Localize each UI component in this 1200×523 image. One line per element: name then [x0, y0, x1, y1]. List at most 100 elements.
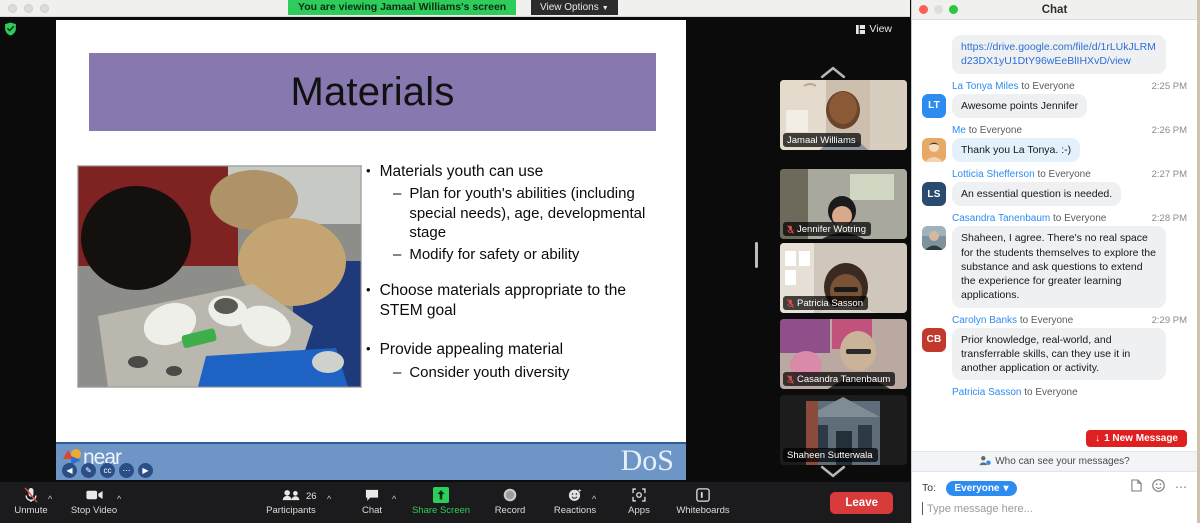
previous-slide-button[interactable]: ◀ — [62, 463, 77, 478]
reactions-button[interactable]: Reactions — [544, 486, 606, 520]
reactions-caret-icon[interactable]: ^ — [592, 494, 596, 504]
chevron-down-icon[interactable] — [755, 464, 910, 481]
participant-name: Patricia Sasson — [797, 297, 864, 309]
captions-button[interactable]: cc — [100, 463, 115, 478]
chat-message-list[interactable]: https://drive.google.com/file/d/1rLUkJLR… — [912, 20, 1197, 451]
presentation-slide: Materials • Materials youth can use – Pl… — [56, 20, 686, 480]
chat-privacy-note[interactable]: Who can see your messages? — [912, 451, 1197, 471]
close-window-button[interactable] — [8, 4, 17, 13]
avatar — [922, 137, 946, 162]
participant-tile[interactable]: Casandra Tanenbaum — [780, 319, 907, 389]
bullet-dot-icon: • — [366, 282, 371, 298]
new-message-badge[interactable]: ↓ 1 New Message — [1086, 430, 1187, 447]
shield-check-icon — [4, 22, 17, 36]
stop-video-button[interactable]: Stop Video — [63, 486, 125, 520]
chat-caret-icon[interactable]: ^ — [392, 494, 396, 504]
chat-message-row: CB Prior knowledge, real-world, and tran… — [922, 327, 1187, 381]
chat-message-row: LS An essential question is needed. — [922, 182, 1187, 207]
pen-tool-button[interactable]: ✎ — [81, 463, 96, 478]
window-traffic-lights[interactable] — [8, 4, 49, 13]
video-camera-icon — [85, 486, 103, 504]
recipient-value: Everyone — [954, 483, 1000, 494]
reactions-icon — [568, 486, 582, 504]
muted-microphone-icon — [787, 298, 794, 308]
bullet-dot-icon: • — [366, 163, 371, 178]
chat-message-header: Me to Everyone 2:26 PM — [922, 125, 1187, 136]
chat-message-link[interactable]: https://drive.google.com/file/d/1rLUkJLR… — [952, 35, 1166, 74]
chat-message-row — [922, 20, 1187, 28]
file-attach-icon[interactable] — [1131, 479, 1142, 495]
recipient-label: to Everyone — [1019, 314, 1074, 326]
bullet-text: Plan for youth's abilities (including sp… — [409, 185, 646, 242]
participant-name-label: Shaheen Sutterwala — [783, 448, 878, 462]
chat-message-text: Shaheen, I agree. There's no real space … — [952, 226, 1166, 308]
compose-actions: ⋯ — [1131, 479, 1187, 495]
message-input[interactable]: Type message here... — [922, 502, 1187, 515]
chat-message-row: Shaheen, I agree. There's no real space … — [922, 226, 1187, 308]
sender-name: Me — [952, 124, 966, 136]
chat-message-header: Patricia Sasson to Everyone — [922, 387, 1187, 398]
bullet-item: – Modify for safety or ability — [393, 245, 666, 265]
bullet-dash-icon: – — [393, 245, 402, 263]
recipient-label: to Everyone — [968, 124, 1023, 136]
chat-maximize-button[interactable] — [949, 5, 958, 14]
more-options-button[interactable]: ⋯ — [119, 463, 134, 478]
muted-microphone-icon — [787, 224, 794, 234]
chat-message: La Tonya Miles to Everyone 2:25 PM LT Aw… — [922, 81, 1187, 118]
chat-panel: Chat https://drive.google.com/file/d/1rL… — [911, 0, 1197, 523]
leave-meeting-button[interactable]: Leave — [830, 492, 893, 514]
minimize-window-button[interactable] — [24, 4, 33, 13]
share-screen-button[interactable]: Share Screen — [410, 486, 472, 520]
unmute-button[interactable]: Unmute — [0, 486, 62, 520]
view-layout-button[interactable]: View — [856, 23, 892, 35]
slide-nav-controls[interactable]: ◀ ✎ cc ⋯ ▶ — [62, 463, 153, 478]
apps-button[interactable]: Apps — [608, 486, 670, 520]
audio-options-caret-icon[interactable]: ^ — [48, 494, 52, 504]
chat-message-header: Lotticia Shefferson to Everyone 2:27 PM — [922, 169, 1187, 180]
more-options-icon[interactable]: ⋯ — [1175, 480, 1187, 494]
participant-tile[interactable]: Shaheen Sutterwala — [780, 395, 907, 465]
chat-sender: Lotticia Shefferson to Everyone — [952, 169, 1091, 180]
next-slide-button[interactable]: ▶ — [138, 463, 153, 478]
sender-name: Casandra Tanenbaum — [952, 213, 1051, 225]
to-label: To: — [922, 482, 937, 494]
chat-message-row: Thank you La Tonya. :-) — [922, 137, 1187, 163]
participants-caret-icon[interactable]: ^ — [327, 494, 331, 504]
unmute-label: Unmute — [14, 505, 48, 516]
bullet-spacer — [366, 264, 666, 281]
participant-tile[interactable]: Jamaal Williams — [780, 80, 907, 150]
chat-sender: Carolyn Banks to Everyone — [952, 315, 1073, 326]
chat-minimize-button[interactable] — [934, 5, 943, 14]
avatar — [922, 226, 946, 251]
slide-title-band: Materials — [89, 53, 656, 131]
view-button-label: View — [869, 23, 892, 35]
emoji-icon[interactable] — [1152, 479, 1165, 495]
maximize-window-button[interactable] — [40, 4, 49, 13]
participants-label: Participants — [266, 505, 316, 516]
video-options-caret-icon[interactable]: ^ — [117, 494, 121, 504]
chat-sender: Me to Everyone — [952, 125, 1022, 136]
chat-message: https://drive.google.com/file/d/1rLUkJLR… — [922, 35, 1187, 74]
bullet-item: • Choose materials appropriate to the STE… — [366, 281, 666, 321]
share-screen-label: Share Screen — [411, 505, 471, 516]
participant-tile[interactable]: Patricia Sasson — [780, 243, 907, 313]
grid-view-icon — [856, 24, 866, 34]
avatar — [922, 20, 946, 28]
participant-tile[interactable]: Jennifer Wotring — [780, 169, 907, 239]
chat-message-text: Thank you La Tonya. :-) — [952, 137, 1081, 163]
participant-name: Jennifer Wotring — [797, 223, 866, 235]
filmstrip-drag-handle[interactable] — [755, 242, 758, 268]
view-options-button[interactable]: View Options ▼ — [531, 0, 618, 15]
recipient-label: to Everyone — [1024, 387, 1078, 399]
recipient-selector[interactable]: Everyone ▾ — [946, 481, 1017, 496]
participants-count: 26 — [306, 491, 317, 502]
screen-share-banner: You are viewing Jamaal Williams's screen — [288, 0, 517, 15]
record-button[interactable]: Record — [479, 486, 541, 520]
whiteboards-button[interactable]: Whiteboards — [672, 486, 734, 520]
chat-traffic-lights[interactable] — [919, 5, 958, 14]
participant-name: Jamaal Williams — [787, 134, 856, 146]
chat-sender: Casandra Tanenbaum to Everyone — [952, 213, 1106, 224]
avatar — [922, 35, 946, 59]
chat-close-button[interactable] — [919, 5, 928, 14]
bullet-item: – Consider youth diversity — [393, 363, 666, 383]
